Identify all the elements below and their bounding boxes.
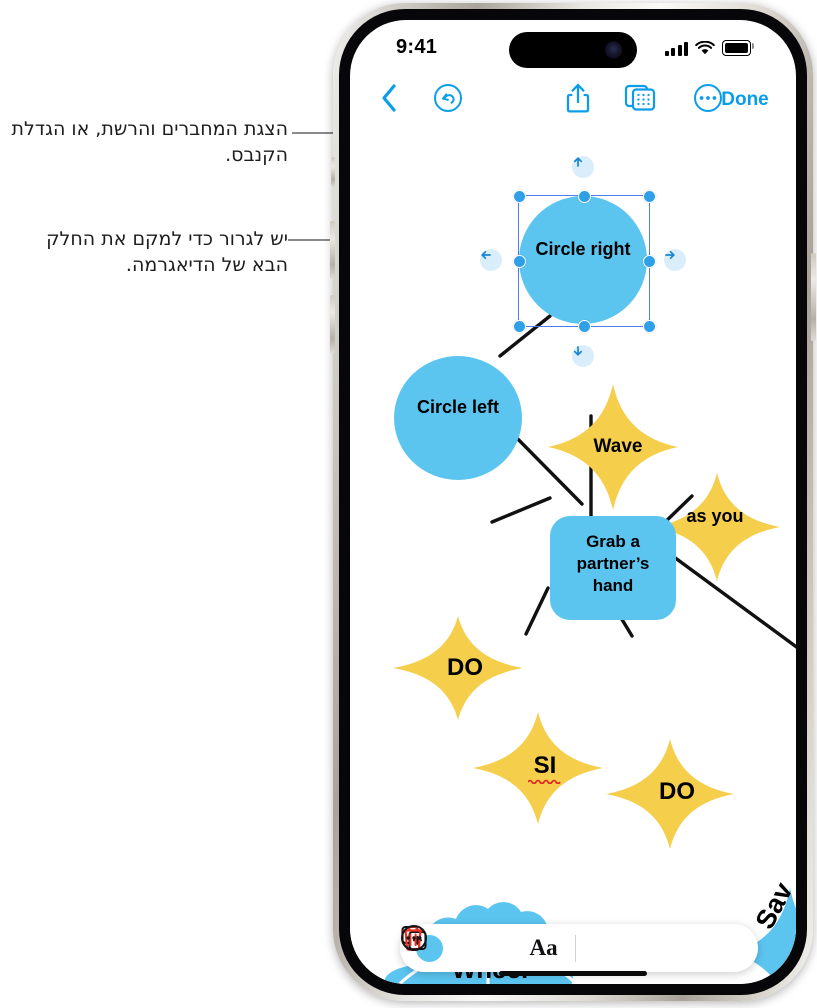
undo-button[interactable]	[428, 74, 468, 126]
share-button[interactable]	[558, 74, 598, 126]
resize-handle-middle-left[interactable]	[513, 255, 526, 268]
shape-more-options-button[interactable]	[401, 924, 758, 972]
spellcheck-squiggle-icon	[528, 779, 561, 784]
delete-button[interactable]	[402, 924, 700, 972]
volume-down-button[interactable]	[330, 295, 335, 353]
phone-bezel: 9:41 Done Circle right Circle left Wave …	[339, 9, 807, 995]
battery-icon	[722, 40, 751, 56]
insert-grid-icon	[624, 83, 656, 118]
iphone-device-frame: 9:41 Done Circle right Circle left Wave …	[330, 3, 816, 1001]
done-button[interactable]: Done	[712, 74, 778, 126]
status-bar-clock: 9:41	[396, 36, 438, 58]
chevron-left-icon	[380, 83, 398, 118]
phone-screen: 9:41 Done Circle right Circle left Wave …	[350, 20, 796, 984]
selection-bounding-box	[518, 195, 650, 327]
silence-switch[interactable]	[331, 157, 335, 187]
power-button[interactable]	[811, 253, 816, 341]
nudge-down-button[interactable]	[572, 345, 594, 367]
shape-star-do-right[interactable]	[606, 739, 734, 849]
front-camera-icon	[605, 41, 622, 59]
app-toolbar: Done	[350, 74, 796, 126]
resize-handle-top-right[interactable]	[643, 190, 656, 203]
wifi-icon	[695, 40, 715, 56]
volume-up-button[interactable]	[330, 221, 335, 279]
diagram-canvas[interactable]: Circle right Circle left Wave as you Gra…	[350, 126, 796, 984]
stroke-style-button[interactable]	[407, 924, 512, 972]
share-icon	[565, 82, 591, 119]
dynamic-island	[509, 32, 637, 68]
resize-handle-middle-right[interactable]	[643, 255, 656, 268]
callout-text-grid: הצגת המחברים והרשת, או הגדלת הקנבס.	[11, 118, 288, 167]
home-indicator[interactable]	[499, 971, 647, 976]
duplicate-button[interactable]	[401, 924, 640, 972]
signal-bars-icon	[664, 42, 688, 56]
status-bar-indicators	[664, 34, 754, 56]
nudge-up-button[interactable]	[572, 156, 594, 178]
shape-circle-left[interactable]	[394, 356, 522, 480]
text-format-button[interactable]: Aa	[513, 924, 575, 972]
resize-handle-bottom-center[interactable]	[578, 320, 591, 333]
callout-text-drag: יש לגרור כדי למקם את החלק הבא של הדיאגרמ…	[46, 228, 288, 277]
resize-handle-bottom-right[interactable]	[643, 320, 656, 333]
shape-format-toolbar: Aa	[400, 924, 758, 972]
shape-rect-grab-a-partner[interactable]	[550, 516, 676, 620]
shape-star-si[interactable]	[473, 712, 603, 824]
status-bar: 9:41	[350, 20, 796, 74]
back-button[interactable]	[372, 74, 406, 126]
battery-tip-icon	[752, 43, 754, 49]
insert-grid-button[interactable]	[618, 74, 662, 126]
nudge-right-button[interactable]	[664, 249, 686, 271]
shape-star-do-left[interactable]	[393, 616, 523, 720]
resize-handle-top-center[interactable]	[578, 190, 591, 203]
resize-handle-bottom-left[interactable]	[513, 320, 526, 333]
nudge-left-button[interactable]	[480, 249, 502, 271]
resize-handle-top-left[interactable]	[513, 190, 526, 203]
undo-circle-icon	[433, 83, 463, 118]
